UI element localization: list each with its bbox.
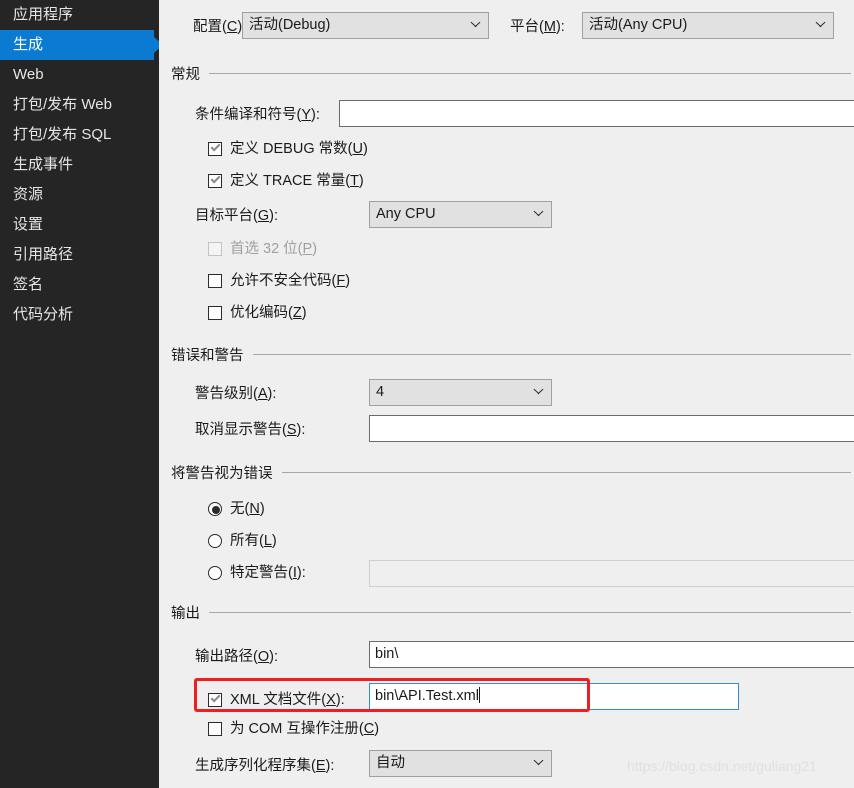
allow-unsafe-code-checkbox[interactable]: 允许不安全代码(F)	[208, 271, 350, 291]
xml-documentation-input[interactable]: bin\API.Test.xml	[369, 683, 739, 710]
register-com-interop-checkbox[interactable]: 为 COM 互操作注册(C)	[208, 719, 379, 739]
treat-warnings-all-radio[interactable]: 所有(L)	[208, 531, 277, 551]
sidebar-item-settings[interactable]: 设置	[0, 210, 159, 240]
optimize-code-label: 优化编码(Z)	[230, 305, 307, 321]
treat-warnings-specific-label: 特定警告(I):	[230, 565, 306, 581]
output-path-input[interactable]: bin\	[369, 641, 854, 668]
sidebar-item-web[interactable]: Web	[0, 60, 159, 90]
xml-documentation-value: bin\API.Test.xml	[375, 688, 479, 704]
output-group-header: 输出	[171, 602, 851, 623]
output-path-label: 输出路径(O):	[195, 649, 278, 665]
errors-warnings-group-title: 错误和警告	[171, 348, 244, 364]
output-group-title: 输出	[171, 606, 200, 622]
platform-value: 活动(Any CPU)	[589, 17, 688, 33]
define-debug-checkbox[interactable]: 定义 DEBUG 常数(U)	[208, 139, 368, 159]
sidebar-item-package-publish-sql[interactable]: 打包/发布 SQL	[0, 120, 159, 150]
suppress-warnings-input[interactable]	[369, 415, 854, 442]
configuration-dropdown[interactable]: 活动(Debug)	[242, 12, 489, 39]
target-platform-label: 目标平台(G):	[195, 208, 278, 224]
checkbox-checked-icon	[208, 141, 222, 156]
sidebar-item-label: 资源	[13, 186, 44, 203]
xml-documentation-label: XML 文档文件(X):	[230, 692, 345, 708]
checkbox-unchecked-icon	[208, 306, 222, 320]
treat-warnings-group-title: 将警告视为错误	[171, 466, 273, 482]
sidebar-item-label: 引用路径	[13, 246, 74, 263]
allow-unsafe-code-label: 允许不安全代码(F)	[230, 273, 351, 289]
sidebar-item-signing[interactable]: 签名	[0, 270, 159, 300]
treat-warnings-specific-input	[369, 560, 854, 587]
configuration-label: 配置(C):	[193, 19, 246, 35]
platform-dropdown[interactable]: 活动(Any CPU)	[582, 12, 834, 39]
group-divider	[252, 354, 851, 355]
general-group-header: 常规	[171, 63, 851, 84]
chevron-down-icon	[534, 388, 543, 397]
target-platform-dropdown[interactable]: Any CPU	[369, 201, 552, 228]
serialization-assembly-label: 生成序列化程序集(E):	[195, 758, 335, 774]
treat-warnings-specific-radio[interactable]: 特定警告(I):	[208, 563, 306, 583]
optimize-code-checkbox[interactable]: 优化编码(Z)	[208, 303, 307, 323]
treat-warnings-none-radio[interactable]: 无(N)	[208, 499, 265, 519]
conditional-symbols-input[interactable]	[339, 100, 854, 127]
warning-level-label: 警告级别(A):	[195, 386, 277, 402]
sidebar-item-resources[interactable]: 资源	[0, 180, 159, 210]
sidebar-item-label: 生成	[13, 36, 44, 53]
category-sidebar: 应用程序 生成 Web 打包/发布 Web 打包/发布 SQL 生成事件 资源 …	[0, 0, 163, 788]
treat-warnings-all-label: 所有(L)	[230, 533, 277, 549]
sidebar-item-build-events[interactable]: 生成事件	[0, 150, 159, 180]
chevron-down-icon	[534, 759, 543, 768]
radio-selected-icon	[208, 502, 222, 516]
serialization-assembly-dropdown[interactable]: 自动	[369, 750, 552, 777]
define-debug-label: 定义 DEBUG 常数(U)	[230, 141, 368, 157]
configuration-value: 活动(Debug)	[249, 17, 331, 33]
suppress-warnings-label: 取消显示警告(S):	[195, 422, 306, 438]
group-divider	[209, 73, 851, 74]
group-divider	[209, 612, 851, 613]
general-group-title: 常规	[171, 67, 200, 83]
platform-label: 平台(M):	[510, 19, 565, 35]
define-trace-label: 定义 TRACE 常量(T)	[230, 173, 364, 189]
chevron-down-icon	[534, 210, 543, 219]
treat-warnings-group-header: 将警告视为错误	[171, 462, 851, 483]
sidebar-item-label: 代码分析	[13, 306, 74, 323]
register-com-interop-label: 为 COM 互操作注册(C)	[230, 721, 380, 737]
checkbox-unchecked-icon	[208, 274, 222, 288]
xml-documentation-checkbox[interactable]: XML 文档文件(X):	[208, 690, 345, 710]
checkbox-checked-icon	[208, 692, 222, 707]
errors-warnings-group-header: 错误和警告	[171, 344, 851, 365]
prefer-32bit-checkbox: 首选 32 位(P)	[208, 239, 317, 259]
prefer-32bit-label: 首选 32 位(P)	[230, 241, 318, 257]
sidebar-item-label: 设置	[13, 216, 44, 233]
checkbox-unchecked-icon	[208, 722, 222, 736]
chevron-down-icon	[816, 21, 825, 30]
radio-unselected-icon	[208, 534, 222, 548]
radio-unselected-icon	[208, 566, 222, 580]
text-caret	[478, 687, 480, 703]
project-properties-window: 应用程序 生成 Web 打包/发布 Web 打包/发布 SQL 生成事件 资源 …	[0, 0, 854, 788]
warning-level-dropdown[interactable]: 4	[369, 379, 552, 406]
sidebar-item-label: 生成事件	[13, 156, 74, 173]
sidebar-item-label: 打包/发布 SQL	[13, 126, 112, 143]
chevron-down-icon	[471, 21, 480, 30]
serialization-assembly-value: 自动	[376, 755, 405, 771]
sidebar-item-label: 签名	[13, 276, 44, 293]
treat-warnings-none-label: 无(N)	[230, 501, 265, 517]
sidebar-item-label: 应用程序	[13, 6, 74, 23]
sidebar-item-application[interactable]: 应用程序	[0, 0, 159, 30]
build-settings-panel: 配置(C): 活动(Debug) 平台(M): 活动(Any CPU) 常规 条…	[159, 0, 854, 788]
define-trace-checkbox[interactable]: 定义 TRACE 常量(T)	[208, 171, 364, 191]
checkbox-unchecked-disabled-icon	[208, 242, 222, 256]
sidebar-item-label: 打包/发布 Web	[13, 96, 112, 113]
target-platform-value: Any CPU	[376, 206, 436, 222]
sidebar-item-label: Web	[13, 66, 44, 83]
sidebar-item-code-analysis[interactable]: 代码分析	[0, 300, 159, 330]
sidebar-item-reference-paths[interactable]: 引用路径	[0, 240, 159, 270]
warning-level-value: 4	[376, 384, 385, 400]
checkbox-checked-icon	[208, 173, 222, 188]
watermark-text: https://blog.csdn.net/guliang21	[627, 758, 817, 774]
group-divider	[281, 472, 851, 473]
conditional-symbols-label: 条件编译和符号(Y):	[195, 107, 320, 123]
output-path-value: bin\	[375, 646, 399, 662]
sidebar-item-package-publish-web[interactable]: 打包/发布 Web	[0, 90, 159, 120]
sidebar-item-build[interactable]: 生成	[0, 30, 163, 60]
